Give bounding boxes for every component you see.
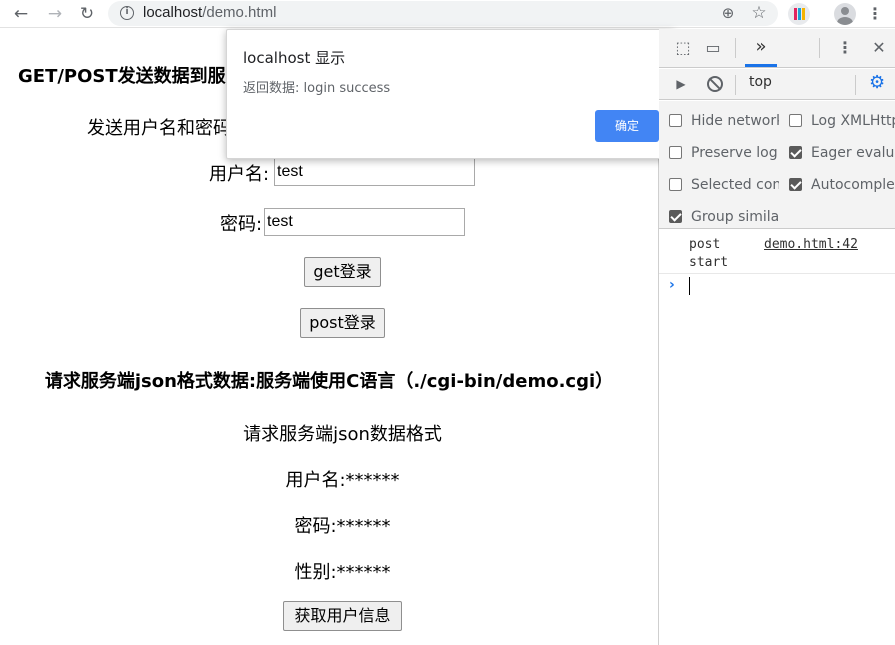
setting-hide-network[interactable]: Hide network (669, 112, 779, 132)
console-toolbar: ▶ top ⚙ (659, 69, 895, 100)
zoom-icon[interactable]: ⊕ (718, 3, 738, 23)
extension-icon[interactable] (788, 3, 810, 25)
password-input[interactable]: test (264, 208, 465, 236)
forward-arrow-icon[interactable]: → (44, 3, 66, 25)
post-login-button[interactable]: post登录 (300, 308, 385, 338)
username-label: 用户名: (209, 164, 270, 185)
menu-icon[interactable]: ⋮ (866, 3, 884, 25)
url-text[interactable]: localhost/demo.html (143, 4, 276, 21)
setting-group-similar[interactable]: Group similar (669, 208, 779, 228)
send-credentials-subtitle: 发送用户名和密码 (87, 118, 231, 139)
sidebar-toggle-icon[interactable]: ▶ (671, 74, 691, 94)
json-gender-placeholder: 性别:****** (294, 562, 391, 583)
browser-toolbar: ← → ↻ i localhost/demo.html ⊕ ☆ ⋮ (0, 0, 895, 28)
devtools-tab-bar: ⬚ ▭ » ⋮ ✕ (659, 29, 895, 68)
json-request-heading: 请求服务端json格式数据:服务端使用C语言（./cgi-bin/demo.cg… (44, 371, 614, 392)
dialog-title: localhost 显示 (243, 49, 346, 67)
checkbox[interactable] (669, 146, 682, 159)
setting-eager-evaluation[interactable]: Eager evaluation (789, 144, 895, 164)
log-text: post start (689, 237, 729, 270)
clear-console-icon[interactable] (707, 76, 723, 92)
dialog-ok-button[interactable]: 确定 (595, 110, 659, 142)
setting-selected-context[interactable]: Selected context only (669, 176, 779, 196)
more-tabs-icon[interactable]: » (751, 37, 771, 57)
json-username-placeholder: 用户名:****** (285, 470, 400, 491)
json-format-title: 请求服务端json数据格式 (243, 424, 442, 445)
console-log-message: post start demo.html:42 (659, 232, 895, 274)
address-bar[interactable]: i localhost/demo.html ⊕ ☆ (108, 1, 778, 26)
back-arrow-icon[interactable]: ← (10, 3, 32, 25)
checkbox[interactable] (789, 146, 802, 159)
info-icon[interactable]: i (120, 6, 134, 20)
password-label: 密码: (220, 214, 263, 235)
dialog-message: 返回数据: login success (243, 81, 391, 96)
console-prompt-icon: › (669, 277, 675, 293)
json-password-placeholder: 密码:****** (294, 516, 391, 537)
get-login-button[interactable]: get登录 (304, 257, 381, 287)
setting-preserve-log[interactable]: Preserve log (669, 144, 779, 164)
setting-autocomplete[interactable]: Autocomplete from history (789, 176, 895, 196)
checkbox[interactable] (789, 114, 802, 127)
gear-icon[interactable]: ⚙ (869, 73, 885, 93)
console-settings: Hide network Log XMLHttpRequests Preserv… (659, 101, 895, 229)
checkbox[interactable] (669, 210, 682, 223)
setting-log-xhr[interactable]: Log XMLHttpRequests (789, 112, 895, 132)
inspect-element-icon[interactable]: ⬚ (673, 38, 693, 58)
context-selector[interactable]: top (749, 74, 772, 90)
url-path: /demo.html (202, 4, 277, 21)
username-input[interactable]: test (274, 158, 475, 186)
star-icon[interactable]: ☆ (749, 3, 769, 23)
console-input[interactable] (689, 277, 690, 295)
checkbox[interactable] (669, 178, 682, 191)
alert-dialog: localhost 显示 返回数据: login success 确定 (226, 29, 674, 159)
devtools-panel: ⬚ ▭ » ⋮ ✕ ▶ top ⚙ Hide network Log XMLHt… (659, 29, 895, 645)
devtools-menu-icon[interactable]: ⋮ (835, 38, 855, 58)
profile-icon[interactable] (834, 3, 856, 25)
checkbox[interactable] (669, 114, 682, 127)
page-heading-get-post: GET/POST发送数据到服务端 (18, 66, 258, 87)
fetch-user-info-button[interactable]: 获取用户信息 (283, 601, 402, 631)
reload-icon[interactable]: ↻ (76, 3, 98, 25)
checkbox[interactable] (789, 178, 802, 191)
url-host: localhost (143, 4, 203, 21)
close-icon[interactable]: ✕ (869, 38, 889, 58)
log-source-link[interactable]: demo.html:42 (764, 236, 858, 254)
active-tab-indicator (745, 64, 777, 67)
device-toolbar-icon[interactable]: ▭ (703, 38, 723, 58)
